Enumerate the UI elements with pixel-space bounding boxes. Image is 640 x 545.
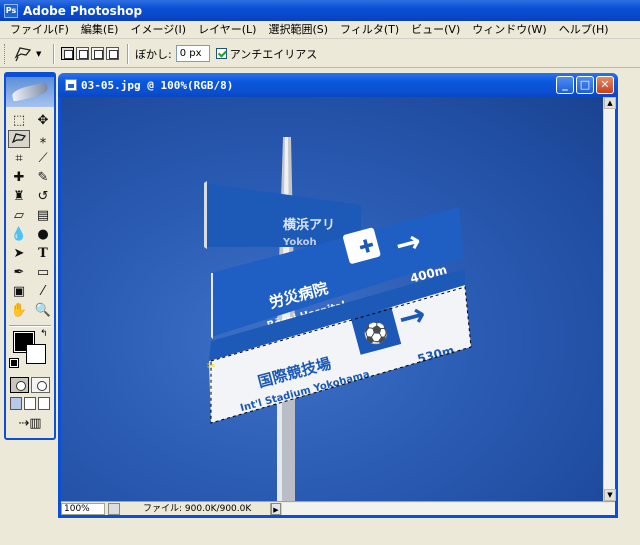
gradient-icon[interactable]: ▤: [32, 206, 54, 224]
vertical-scrollbar[interactable]: ▲ ▼: [603, 97, 616, 501]
subtract-from-selection-button[interactable]: [91, 47, 104, 60]
image-canvas[interactable]: 横浜アリ Yokoh ✚ 労災病院 Rōsai Hospital → 400m …: [61, 97, 606, 501]
antialias-toggle[interactable]: アンチエイリアス: [215, 46, 318, 62]
file-info: ファイル: 900.0K/900.0K: [123, 502, 271, 515]
type-icon[interactable]: T: [32, 244, 54, 262]
toolbox: ⬚ ✥ ⁎ ⌗ ⟋ ✚ ✎ ♜ ↺ ▱ ▤ 💧 ● ➤ T ✒ ▭ ▣ ⁄ ✋ …: [4, 72, 56, 440]
move-icon[interactable]: ✥: [32, 111, 54, 129]
magic-wand-icon[interactable]: ⁎: [32, 130, 54, 148]
blur-icon[interactable]: 💧: [8, 225, 30, 243]
feather-logo-icon: [11, 82, 49, 102]
menu-filter[interactable]: フィルタ(T): [334, 21, 405, 39]
full-screen-mode-button[interactable]: [38, 397, 50, 410]
jump-to-row: ⇢▥: [6, 412, 54, 434]
close-button[interactable]: ✕: [596, 76, 614, 94]
photo: 横浜アリ Yokoh ✚ 労災病院 Rōsai Hospital → 400m …: [204, 137, 472, 501]
menu-window[interactable]: ウィンドウ(W): [466, 21, 552, 39]
history-brush-icon[interactable]: ↺: [32, 187, 54, 205]
polygonal-lasso-icon[interactable]: [8, 130, 30, 148]
chevron-down-icon: ▼: [36, 49, 42, 58]
rectangle-shape-icon[interactable]: ▭: [32, 263, 54, 281]
horizontal-scrollbar[interactable]: [281, 502, 615, 515]
status-bar: 100% ファイル: 900.0K/900.0K ▶: [61, 501, 615, 515]
document-icon: [65, 79, 77, 91]
menu-image[interactable]: イメージ(I): [124, 21, 192, 39]
healing-brush-icon[interactable]: ✚: [8, 168, 30, 186]
tool-grid: ⬚ ✥ ⁎ ⌗ ⟋ ✚ ✎ ♜ ↺ ▱ ▤ 💧 ● ➤ T ✒ ▭ ▣ ⁄ ✋ …: [6, 107, 54, 323]
notes-icon[interactable]: ▣: [8, 282, 30, 300]
sign-top-edge: [204, 181, 207, 249]
menu-layer[interactable]: レイヤー(L): [192, 21, 262, 39]
new-selection-button[interactable]: [61, 47, 74, 60]
quick-mask-modes: [6, 375, 54, 395]
menu-help[interactable]: ヘルプ(H): [553, 21, 615, 39]
add-to-selection-button[interactable]: [76, 47, 89, 60]
document-window: 03-05.jpg @ 100%(RGB/8) _ □ ✕ 横浜アリ Yokoh…: [58, 73, 618, 518]
screen-modes: [6, 395, 54, 412]
pen-icon[interactable]: ✒: [8, 263, 30, 281]
menu-file[interactable]: ファイル(F): [4, 21, 75, 39]
slice-icon[interactable]: ⟋: [32, 149, 54, 167]
app-title: Adobe Photoshop: [23, 3, 143, 18]
maximize-button[interactable]: □: [576, 76, 594, 94]
clone-stamp-icon[interactable]: ♜: [8, 187, 30, 205]
standard-mode-button[interactable]: [10, 377, 29, 393]
full-screen-menu-mode-button[interactable]: [24, 397, 36, 410]
default-colors-icon[interactable]: [9, 358, 19, 368]
color-swatches: ↰: [9, 329, 50, 373]
window-controls: _ □ ✕: [556, 76, 614, 94]
options-bar: ▼ ぼかし: アンチエイリアス: [0, 40, 640, 68]
minimize-button[interactable]: _: [556, 76, 574, 94]
menu-select[interactable]: 選択範囲(S): [262, 21, 334, 39]
lasso-cursor-icon: ✂: [207, 361, 215, 372]
divider: [9, 325, 51, 327]
eyedropper-icon[interactable]: ⁄: [32, 282, 54, 300]
eraser-icon[interactable]: ▱: [8, 206, 30, 224]
status-options-icon[interactable]: [108, 502, 120, 515]
status-menu-arrow-icon[interactable]: ▶: [271, 502, 281, 515]
crop-icon[interactable]: ⌗: [8, 149, 30, 167]
standard-screen-mode-button[interactable]: [10, 397, 22, 410]
sign-middle-edge: [211, 273, 213, 339]
rectangular-marquee-icon[interactable]: ⬚: [8, 111, 30, 129]
brush-icon[interactable]: ✎: [32, 168, 54, 186]
zoom-icon[interactable]: 🔍: [32, 301, 54, 319]
scroll-up-icon[interactable]: ▲: [604, 97, 616, 109]
divider: [53, 43, 55, 64]
jump-to-imageready-icon[interactable]: ⇢▥: [10, 414, 50, 432]
options-bar-grip[interactable]: [4, 43, 7, 64]
quick-mask-button[interactable]: [31, 377, 50, 393]
document-titlebar[interactable]: 03-05.jpg @ 100%(RGB/8) _ □ ✕: [58, 73, 618, 97]
sign-top-jp: 横浜アリ: [283, 217, 335, 233]
antialias-label: アンチエイリアス: [229, 47, 318, 61]
polygonal-lasso-icon: [14, 46, 32, 61]
menu-view[interactable]: ビュー(V): [405, 21, 466, 39]
hand-icon[interactable]: ✋: [8, 301, 30, 319]
scroll-down-icon[interactable]: ▼: [604, 489, 616, 501]
path-selection-icon[interactable]: ➤: [8, 244, 30, 262]
app-titlebar: Ps Adobe Photoshop: [0, 0, 640, 21]
menu-edit[interactable]: 編集(E): [75, 21, 125, 39]
dodge-icon[interactable]: ●: [32, 225, 54, 243]
toolbox-header[interactable]: [6, 77, 54, 107]
feather-input[interactable]: [175, 45, 210, 62]
feather-label: ぼかし:: [135, 47, 172, 61]
background-color-swatch[interactable]: [26, 344, 46, 364]
photoshop-icon: Ps: [4, 3, 18, 18]
zoom-field[interactable]: 100%: [61, 502, 105, 515]
antialias-checkbox[interactable]: [215, 48, 227, 59]
intersect-selection-button[interactable]: [106, 47, 119, 60]
swap-colors-icon[interactable]: ↰: [40, 329, 48, 339]
document-title: 03-05.jpg @ 100%(RGB/8): [81, 78, 234, 92]
menu-bar: ファイル(F) 編集(E) イメージ(I) レイヤー(L) 選択範囲(S) フィ…: [0, 21, 640, 39]
tool-preset-picker[interactable]: ▼: [13, 44, 47, 64]
divider: [127, 43, 129, 64]
